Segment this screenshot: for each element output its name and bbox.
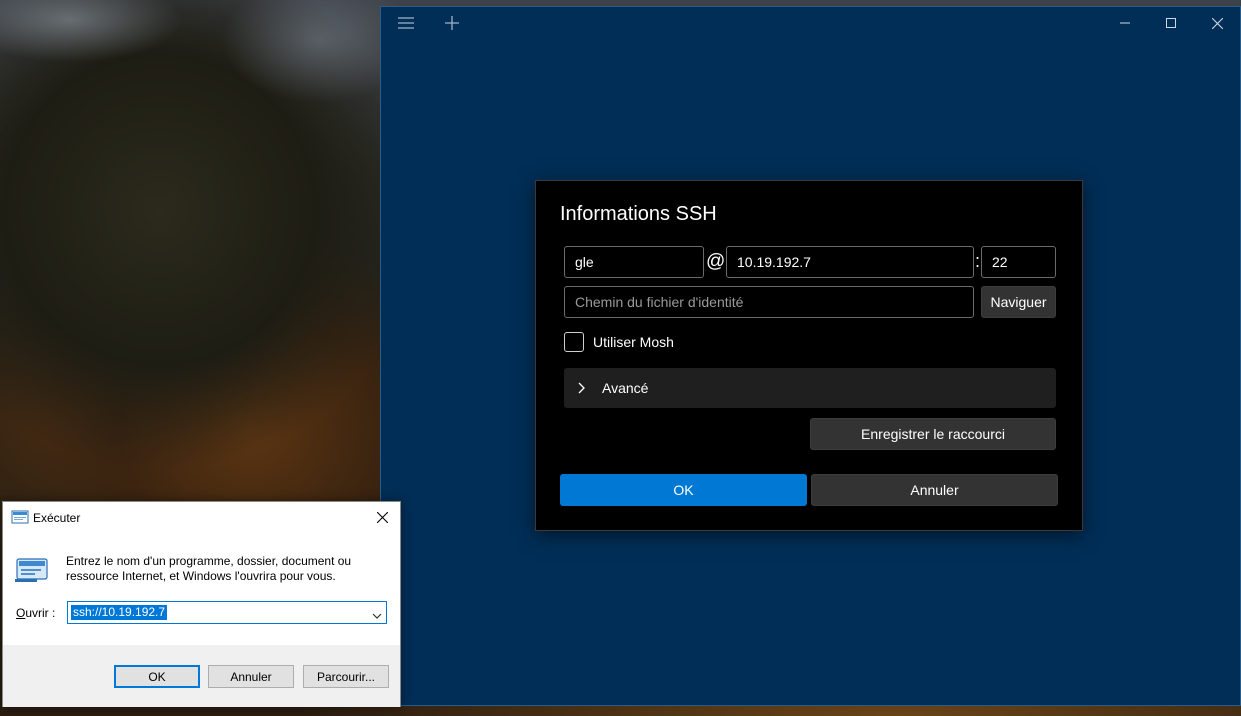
run-description: Entrez le nom d'un programme, dossier, d… [66, 554, 352, 583]
at-separator: @ [706, 251, 726, 272]
username-field[interactable] [564, 246, 704, 278]
port-separator: : [975, 251, 981, 271]
mosh-checkbox[interactable] [564, 332, 584, 352]
run-browse-button[interactable]: Parcourir... [303, 665, 389, 688]
open-combobox[interactable]: ssh://10.19.192.7 [67, 601, 387, 624]
open-label: Ouvrir : [16, 606, 56, 620]
run-app-icon [11, 510, 29, 524]
chevron-down-icon[interactable] [372, 608, 382, 619]
run-title-bar: Exécuter [3, 502, 400, 532]
ok-button[interactable]: OK [560, 474, 807, 506]
mosh-option[interactable]: Utiliser Mosh [564, 331, 674, 353]
save-shortcut-button[interactable]: Enregistrer le raccourci [810, 418, 1056, 450]
ssh-dialog: Informations SSH @ : Naviguer Utiliser M… [535, 180, 1083, 531]
browse-button[interactable]: Naviguer [981, 286, 1056, 318]
port-field[interactable] [981, 246, 1056, 278]
advanced-expander[interactable]: Avancé [564, 368, 1056, 408]
minimize-icon[interactable] [1102, 7, 1148, 39]
identity-file-field[interactable] [564, 286, 974, 318]
cancel-button[interactable]: Annuler [811, 474, 1058, 506]
run-ok-button[interactable]: OK [114, 665, 200, 688]
advanced-label: Avancé [602, 380, 649, 396]
title-bar [381, 7, 1240, 39]
run-dialog: Exécuter Entrez le nom d'un programme, d… [2, 501, 401, 707]
chevron-right-icon [578, 382, 590, 394]
run-cancel-button[interactable]: Annuler [208, 665, 294, 688]
mosh-label: Utiliser Mosh [593, 334, 674, 350]
hamburger-menu-icon[interactable] [389, 7, 423, 39]
close-icon[interactable] [364, 502, 400, 532]
open-input-value[interactable]: ssh://10.19.192.7 [71, 605, 168, 620]
run-dialog-title: Exécuter [33, 511, 81, 525]
dialog-title: Informations SSH [560, 203, 717, 225]
host-field[interactable] [726, 246, 974, 278]
maximize-icon[interactable] [1148, 7, 1194, 39]
plus-icon[interactable] [435, 7, 469, 39]
run-icon [15, 557, 49, 583]
close-icon[interactable] [1194, 7, 1240, 39]
